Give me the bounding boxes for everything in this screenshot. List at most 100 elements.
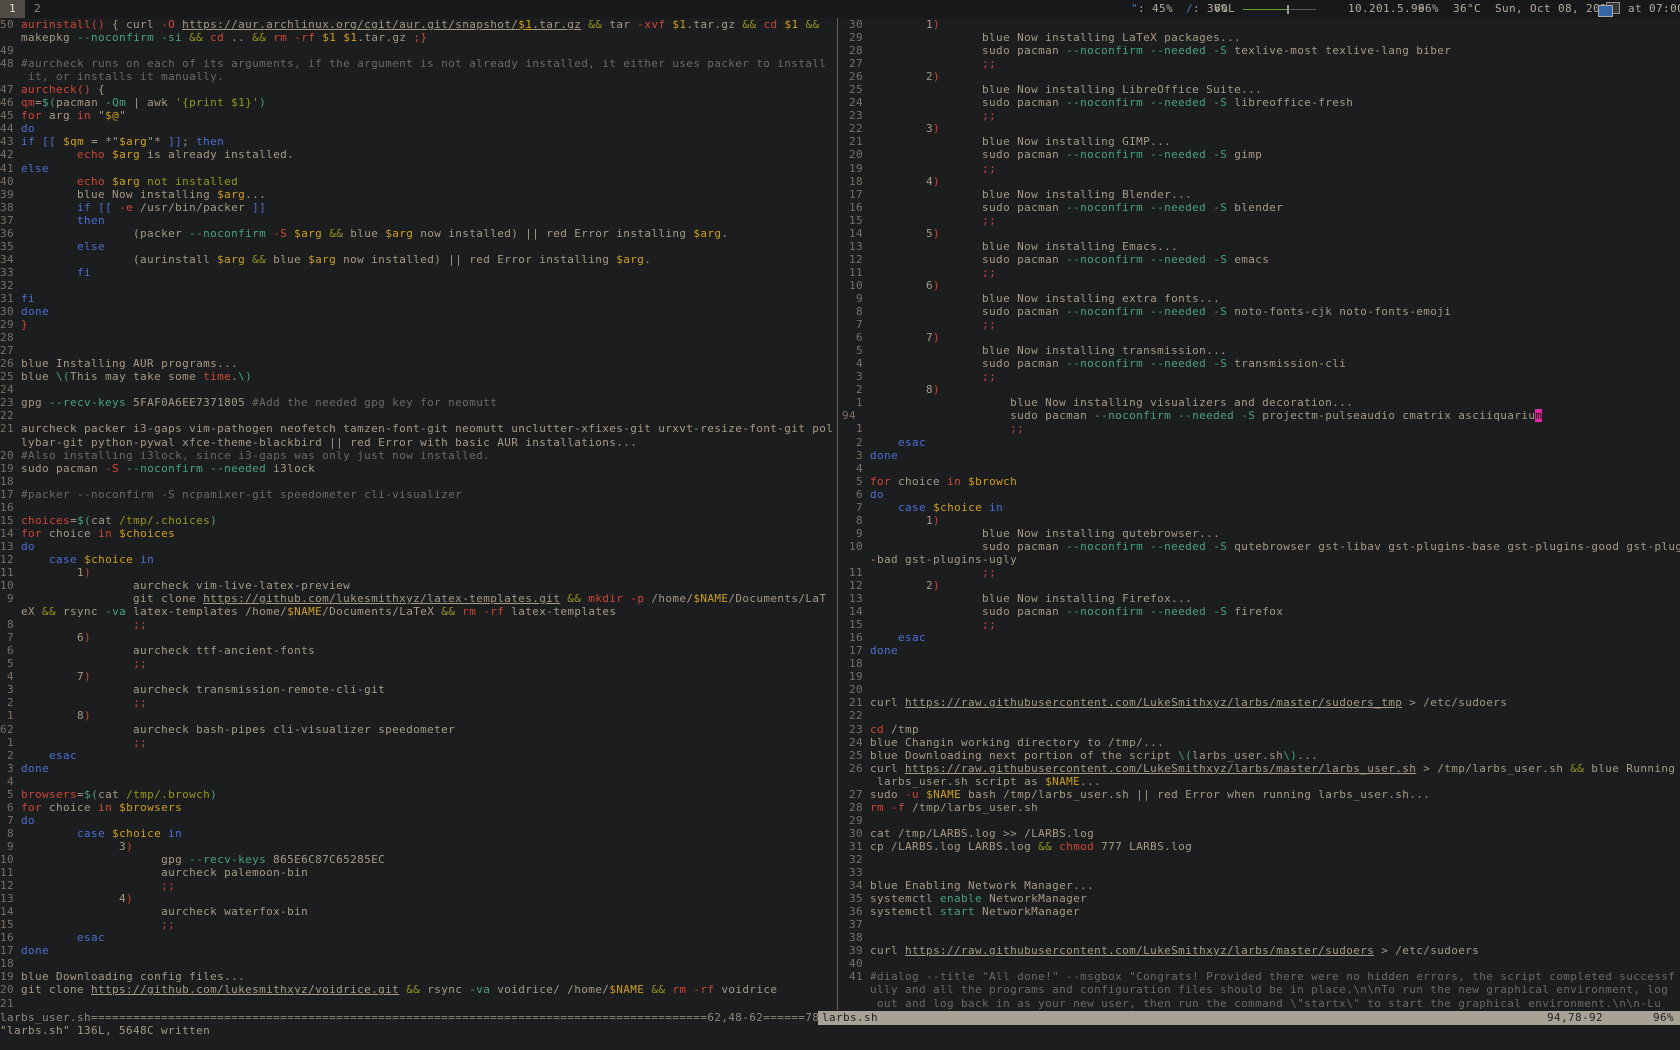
line-number: 8: [0, 827, 21, 840]
code-row: 19: [842, 670, 1680, 683]
code-row: 47 aurcheck() {: [0, 83, 836, 96]
line-number: [0, 436, 21, 449]
line-number: 13: [0, 892, 21, 905]
code-row: 36 (packer --noconfirm -S $arg && blue $…: [0, 227, 836, 240]
line-number: 26: [842, 70, 870, 83]
line-number: 19: [0, 462, 21, 475]
code-row: 27 ;;: [842, 57, 1680, 70]
vim-window-larbs-user-sh[interactable]: 50 aurinstall() { curl -O https://aur.ar…: [0, 18, 836, 1010]
code-row: 42 echo $arg is already installed.: [0, 148, 836, 161]
line-number: 18: [0, 957, 21, 970]
code-row: 8 ;;: [0, 618, 836, 631]
code-row: 32: [0, 279, 836, 292]
line-number: 4: [0, 775, 21, 788]
line-number: 7: [0, 814, 21, 827]
code-row: 2 8): [842, 383, 1680, 396]
line-number: 33: [842, 866, 870, 879]
code-row: 24 sudo pacman --noconfirm --needed -S l…: [842, 96, 1680, 109]
line-number: 12: [842, 579, 870, 592]
battery-status: 96%: [1418, 0, 1439, 18]
volume-slider-handle[interactable]: [1287, 5, 1289, 14]
code-row: 2 esac: [0, 749, 836, 762]
line-number: 28: [0, 331, 21, 344]
code-row: 46 qm=$(pacman -Qm | awk '{print $1}'): [0, 96, 836, 109]
line-number: 48: [0, 57, 21, 70]
volume-label: VOL: [1214, 0, 1235, 18]
code-row: 3 done: [842, 449, 1680, 462]
line-number: 2: [842, 436, 870, 449]
line-number: 17: [842, 188, 870, 201]
line-number: 14: [0, 905, 21, 918]
line-number: [842, 553, 870, 566]
line-number: 6: [842, 488, 870, 501]
code-row: 13 do: [0, 540, 836, 553]
code-row: 29 }: [0, 318, 836, 331]
line-number: 36: [842, 905, 870, 918]
code-row: 26 curl https://raw.githubusercontent.co…: [842, 762, 1680, 775]
line-number: 29: [0, 318, 21, 331]
line-number: 30: [842, 827, 870, 840]
line-number: 24: [0, 383, 21, 396]
code-row: 33: [842, 866, 1680, 879]
code-row: 11 ;;: [842, 266, 1680, 279]
code-row: makepkg --noconfirm -si && cd .. && rm -…: [0, 31, 836, 44]
code-row: 17 blue Now installing Blender...: [842, 188, 1680, 201]
line-number: 31: [842, 840, 870, 853]
code-row: 5 ;;: [0, 657, 836, 670]
status-bar: 12 ": 45% /: 36% VOL 10.201.5.96 96% 36°…: [0, 0, 1680, 18]
volume-slider-fill: [1243, 9, 1287, 10]
code-row: 44 do: [0, 122, 836, 135]
code-row: 1 blue Now installing visualizers and de…: [842, 396, 1680, 409]
workspace-tags: 12: [0, 0, 50, 18]
code-row: 26 2): [842, 70, 1680, 83]
line-number: 38: [0, 201, 21, 214]
code-row: 24: [0, 383, 836, 396]
line-number: 13: [0, 540, 21, 553]
line-number: 16: [0, 931, 21, 944]
line-number: 39: [842, 944, 870, 957]
code-row: 40: [842, 957, 1680, 970]
code-row: 4 sudo pacman --noconfirm --needed -S tr…: [842, 357, 1680, 370]
workspace-tag-1[interactable]: 1: [0, 0, 25, 18]
line-number: 46: [0, 96, 21, 109]
line-number: 12: [842, 253, 870, 266]
vim-window-larbs-sh[interactable]: 30 1) 29 blue Now installing LaTeX packa…: [837, 18, 1680, 1010]
code-row: 30 cat /tmp/LARBS.log >> /LARBS.log: [842, 827, 1680, 840]
line-number: 1: [0, 709, 21, 722]
code-row: 36 systemctl start NetworkManager: [842, 905, 1680, 918]
code-row: 41 else: [0, 162, 836, 175]
line-number: 18: [0, 475, 21, 488]
line-number: 3: [842, 449, 870, 462]
line-number: 3: [0, 762, 21, 775]
line-number: 37: [0, 214, 21, 227]
code-row: 14 for choice in $choices: [0, 527, 836, 540]
code-row: 15 ;;: [0, 918, 836, 931]
code-row: 35 else: [0, 240, 836, 253]
line-number: 24: [842, 96, 870, 109]
monitor-front-icon: [1598, 5, 1613, 17]
code-row: 23 ;;: [842, 109, 1680, 122]
code-row: 37 then: [0, 214, 836, 227]
workspace-tag-2[interactable]: 2: [25, 0, 50, 18]
code-row: 14 5): [842, 227, 1680, 240]
line-number: 23: [842, 723, 870, 736]
line-number: 44: [0, 122, 21, 135]
line-number: 32: [842, 853, 870, 866]
line-number: 13: [842, 240, 870, 253]
code-row: 4: [0, 775, 836, 788]
code-row: 15 ;;: [842, 214, 1680, 227]
line-number: 14: [842, 605, 870, 618]
line-number: [842, 775, 870, 788]
code-row: eX && rsync -va latex-templates /home/$N…: [0, 605, 836, 618]
code-row: 8 case $choice in: [0, 827, 836, 840]
line-number: 7: [842, 501, 870, 514]
code-row: 22 3): [842, 122, 1680, 135]
code-row: 37: [842, 918, 1680, 931]
line-number: 7: [0, 631, 21, 644]
code-row: 6 aurcheck ttf-ancient-fonts: [0, 644, 836, 657]
statusline-filename: larbs.sh: [818, 1011, 878, 1025]
system-tray-display-icon[interactable]: [1598, 2, 1620, 17]
line-number: 4: [842, 357, 870, 370]
disk-icon: /: [1186, 2, 1193, 15]
code-row: 3 ;;: [842, 370, 1680, 383]
